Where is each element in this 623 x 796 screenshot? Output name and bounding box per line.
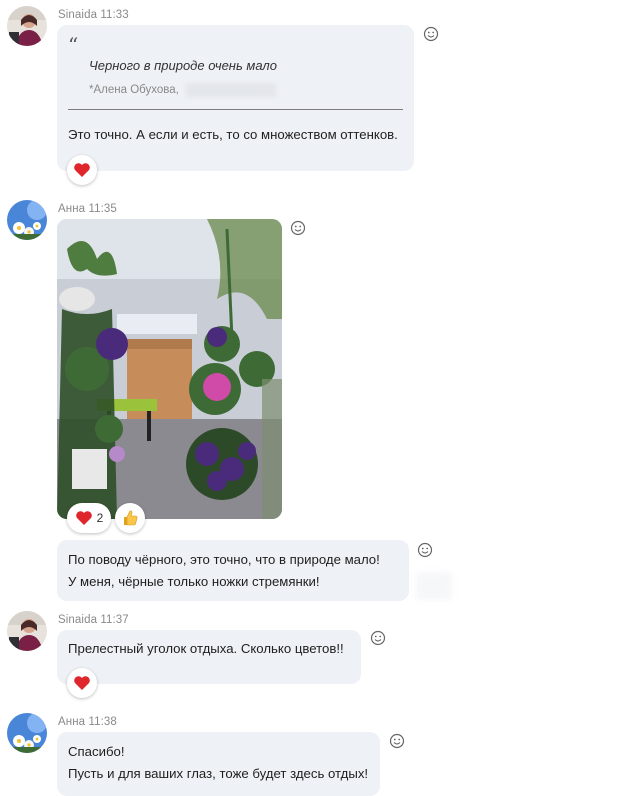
thumbs-up-icon — [124, 510, 138, 526]
blurred-author-detail — [186, 83, 276, 97]
message-time: 11:33 — [100, 9, 129, 21]
quote-author: *Алена Обухова, — [89, 84, 179, 96]
heart-icon — [74, 676, 90, 690]
reaction-thumbs-up[interactable] — [115, 503, 145, 533]
add-reaction-icon[interactable] — [423, 26, 439, 42]
sender-name: Анна — [58, 716, 86, 728]
add-reaction-icon[interactable] — [389, 733, 405, 749]
add-reaction-icon[interactable] — [370, 630, 386, 646]
message-bubble[interactable] — [57, 25, 414, 171]
sender-name: Sinaida — [58, 614, 98, 626]
add-reaction-icon[interactable] — [290, 220, 306, 236]
sender-name: Sinaida — [58, 9, 98, 21]
message-time: 11:37 — [100, 614, 129, 626]
message-line: У меня, чёрные только ножки стремянки! — [68, 574, 320, 589]
add-reaction-icon[interactable] — [417, 542, 433, 558]
quote-text: Черного в природе очень мало — [89, 58, 277, 73]
reaction-heart[interactable] — [67, 155, 97, 185]
message-time: 11:38 — [88, 716, 117, 728]
photo-attachment[interactable] — [57, 219, 282, 519]
heart-icon — [75, 511, 92, 525]
sender-name: Анна — [58, 203, 86, 215]
avatar-anna[interactable] — [7, 713, 47, 753]
avatar-sinaida[interactable] — [7, 611, 47, 651]
reaction-count: 2 — [96, 511, 104, 525]
avatar-anna[interactable] — [7, 200, 47, 240]
reaction-heart[interactable]: 2 — [67, 503, 111, 533]
quote-icon: “ — [68, 33, 79, 57]
heart-icon — [74, 163, 90, 177]
message-time: 11:35 — [88, 203, 117, 215]
message-line: Спасибо! — [68, 744, 125, 759]
reaction-heart[interactable] — [67, 668, 97, 698]
message-text: Это точно. А если и есть, то со множеств… — [68, 127, 398, 142]
avatar-sinaida[interactable] — [7, 6, 47, 46]
quote-divider — [68, 109, 403, 110]
message-line: Пусть и для ваших глаз, тоже будет здесь… — [68, 766, 369, 781]
message-text: Прелестный уголок отдыха. Сколько цветов… — [68, 641, 344, 656]
blurred-area — [416, 572, 452, 600]
message-line: По поводу чёрного, это точно, что в прир… — [68, 552, 380, 567]
